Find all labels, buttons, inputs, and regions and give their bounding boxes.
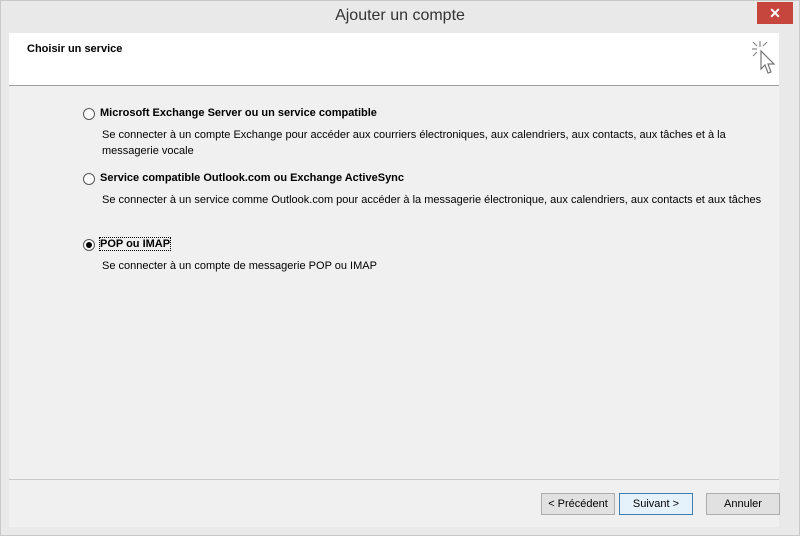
option-exchange-description: Se connecter à un compte Exchange pour a… [102,129,726,157]
title-bar: Ajouter un compte ✕ [1,1,799,33]
option-pop-imap-description: Se connecter à un compte de messagerie P… [102,260,377,272]
option-exchange-label[interactable]: Microsoft Exchange Server ou un service … [100,107,377,119]
radio-exchange[interactable] [83,108,95,120]
cancel-button[interactable]: Annuler [706,493,780,515]
close-icon: ✕ [769,5,781,21]
footer-divider [9,479,779,480]
wizard-header: Choisir un service [9,33,779,86]
window-title: Ajouter un compte [335,7,465,24]
next-button[interactable]: Suivant > [619,493,693,515]
option-pop-imap-label[interactable]: POP ou IMAP [98,237,172,251]
dialog-body: Choisir un service Microsoft Exchange Se… [9,33,780,527]
option-activesync-label[interactable]: Service compatible Outlook.com ou Exchan… [100,172,404,184]
option-activesync-description: Se connecter à un service comme Outlook.… [102,194,762,206]
page-title: Choisir un service [27,43,123,55]
radio-pop-imap[interactable] [83,239,95,251]
wizard-cursor-icon [752,41,776,74]
previous-button[interactable]: < Précédent [541,493,615,515]
radio-activesync[interactable] [83,173,95,185]
close-button[interactable]: ✕ [757,2,793,24]
add-account-dialog: Ajouter un compte ✕ Choisir un service M… [0,0,800,536]
